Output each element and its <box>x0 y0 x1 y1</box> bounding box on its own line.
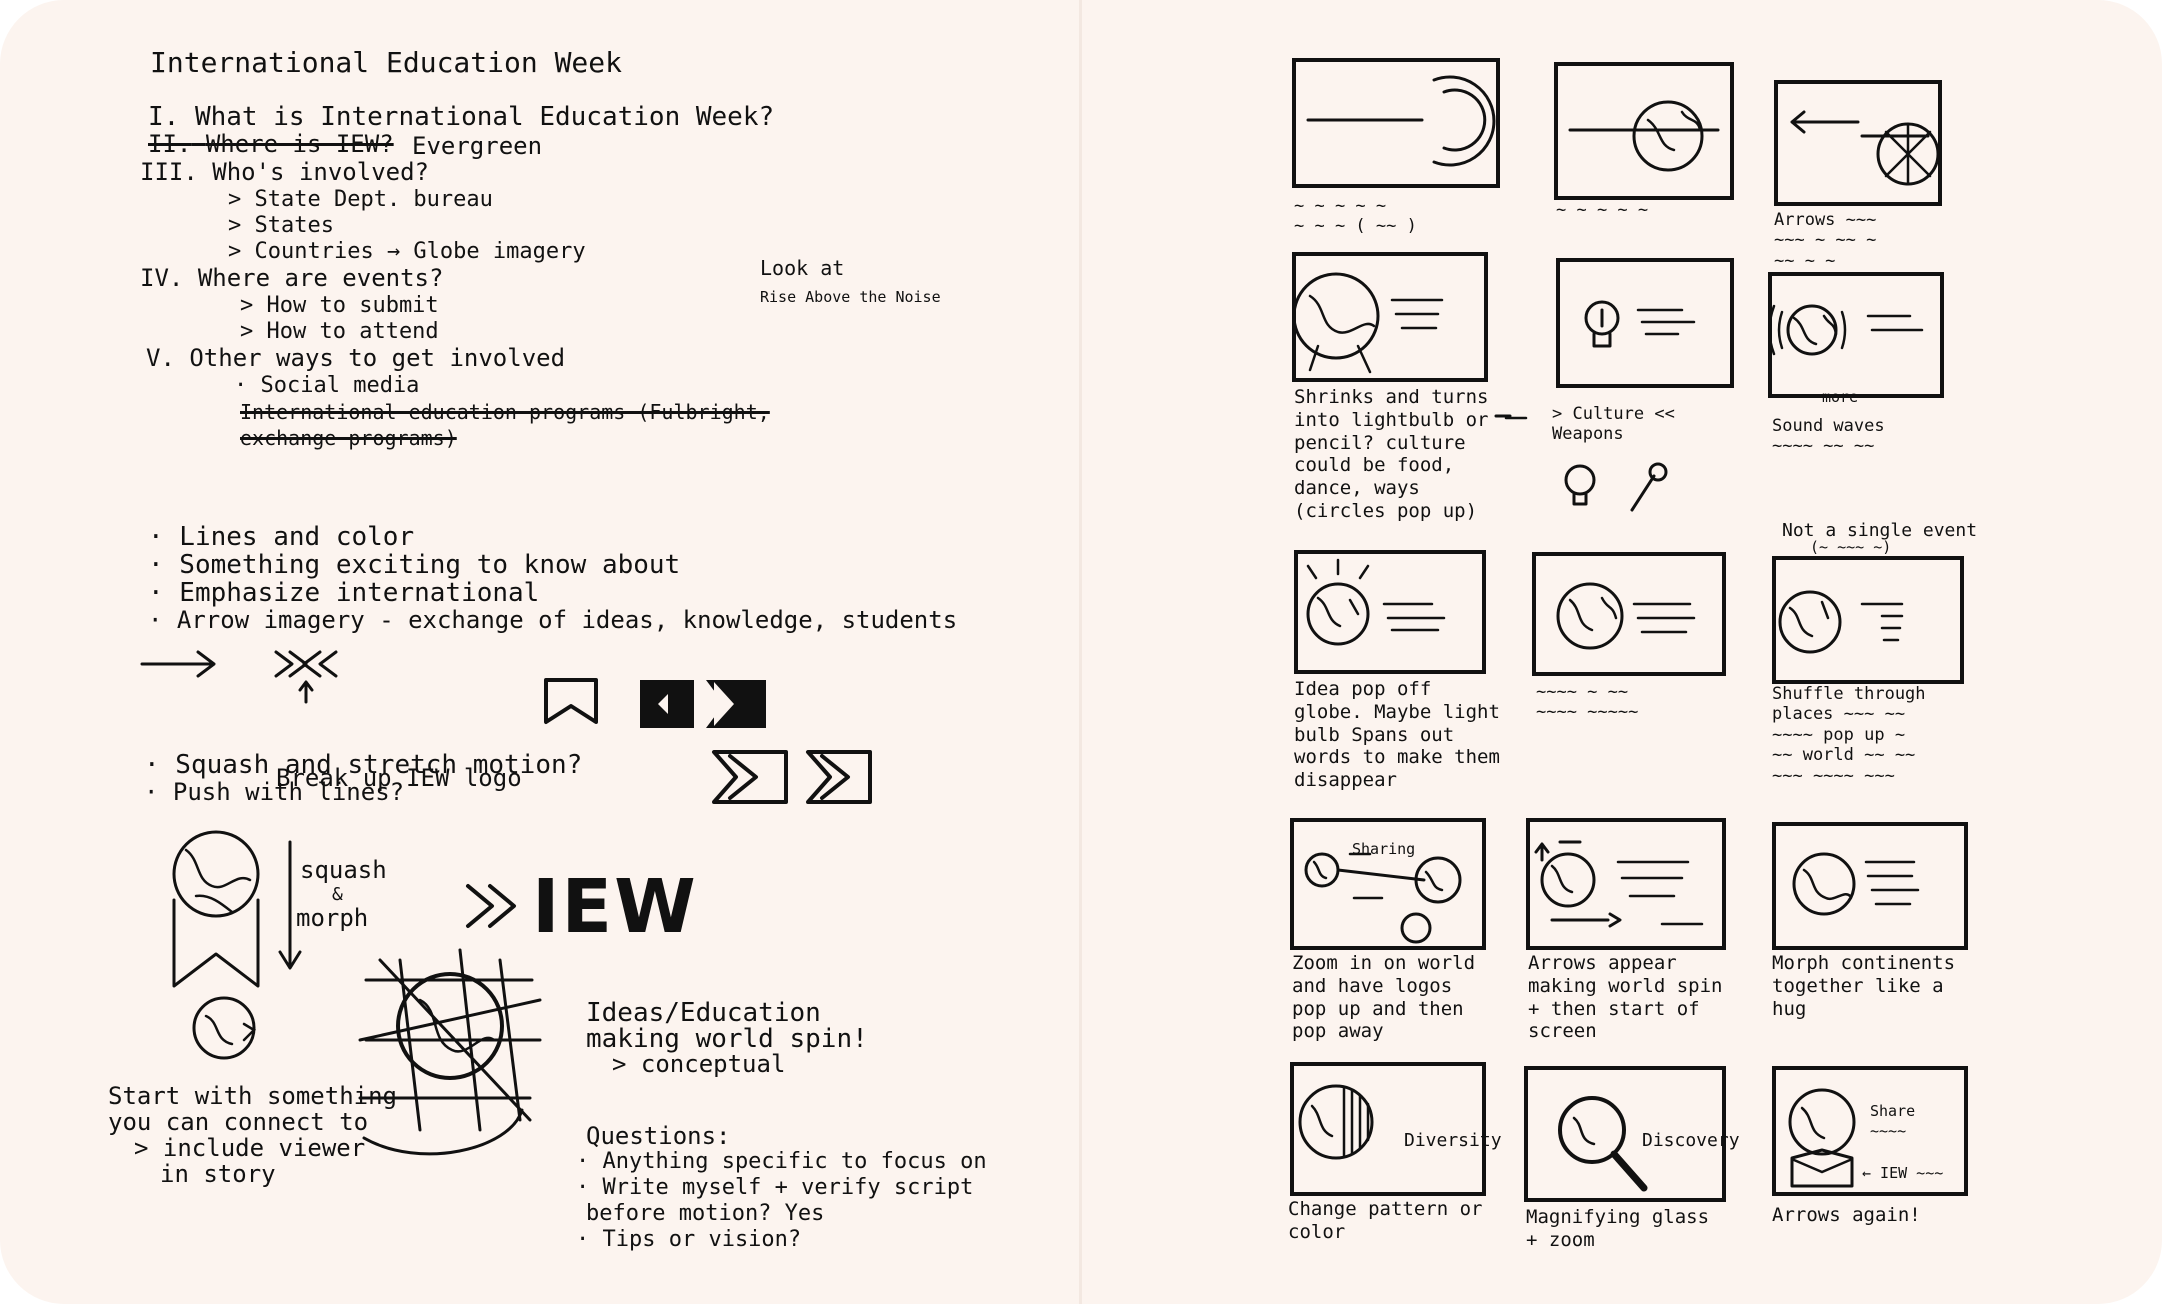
panel-14-caption: Magnifying glass + zoom <box>1526 1206 1710 1251</box>
panel-10-label: Sharing <box>1352 840 1416 858</box>
storyboard-page: Diversity Discovery Share ~~~~ ← IEW ~~~… <box>1082 0 2162 1304</box>
bookmark-logo-icon <box>544 678 598 724</box>
panel-13-caption: Change pattern or color <box>1288 1198 1483 1243</box>
motion-bullet: · Squash and stretch motion? <box>144 750 583 780</box>
squash-label: & <box>332 884 343 905</box>
grid-globe-sketch <box>358 948 542 1156</box>
panel-8-caption: ~~~~ ~ ~~ ~~~~ ~~~~~ <box>1536 682 1639 723</box>
motion-bullet: · Push with lines? <box>144 778 405 806</box>
panel-9-caption: Shuffle through places ~~~ ~~ ~~~~ pop u… <box>1772 684 1926 786</box>
panel-5-side-label: more <box>1822 388 1859 406</box>
panel-7-sketch <box>1306 558 1446 646</box>
globe-ribbon-sketch <box>172 830 260 1060</box>
squash-label: squash <box>300 856 387 884</box>
panel-15-caption: Arrows again! <box>1772 1204 1921 1226</box>
panel-12-sketch <box>1792 852 1920 916</box>
notes-page: International Education Week I. What is … <box>0 0 1080 1304</box>
panel-4-caption: Shrinks and turns into lightbulb or penc… <box>1294 386 1489 522</box>
question-line: · Anything specific to focus on <box>576 1149 987 1174</box>
panel-13-label: Diversity <box>1404 1130 1502 1151</box>
panel-3-caption: Arrows ~~~ ~~~ ~ ~~ ~ ~~ ~ ~ <box>1774 210 1877 271</box>
panel-3-sketch <box>1790 110 1940 186</box>
panel-7-caption: Idea pop off globe. Maybe light bulb Spa… <box>1294 678 1500 792</box>
panel-14-label: Discovery <box>1642 1130 1740 1151</box>
questions-title: Questions: <box>586 1122 731 1150</box>
panel-1-sketch <box>1306 75 1496 167</box>
not-single-event-sub: (~ ~~~ ~) <box>1810 538 1892 556</box>
panel-11-sketch <box>1534 840 1704 928</box>
squash-label: morph <box>296 904 369 932</box>
panel-4-sketch <box>1292 272 1444 374</box>
iew-logo-text: IEW <box>532 864 698 950</box>
panel-2-sketch <box>1568 100 1720 172</box>
chevron-iew-icon <box>466 884 516 928</box>
notebook-spread: International Education Week I. What is … <box>0 0 2162 1304</box>
panel-15-label: ← IEW ~~~ <box>1862 1164 1944 1182</box>
arrow-sketch <box>140 650 338 704</box>
panel-1-caption: ~ ~ ~ ~ ~ ~ ~ ~ ( ~~ ) <box>1294 196 1417 237</box>
start-note-line: in story <box>160 1160 276 1188</box>
question-line: · Write myself + verify script <box>576 1175 974 1200</box>
panel-15-label: Share <box>1870 1102 1916 1120</box>
question-line: before motion? Yes <box>586 1201 825 1226</box>
panel-8-sketch <box>1556 582 1696 650</box>
panel-6-sketch <box>1768 304 1924 356</box>
start-note-line: you can connect to <box>108 1108 369 1136</box>
question-line: · Tips or vision? <box>576 1227 802 1252</box>
storyboard-sketches <box>1292 75 1940 1192</box>
start-note-line: Start with something <box>108 1082 397 1110</box>
panel-15-sketch <box>1788 1088 1856 1188</box>
chevron-logo-icon <box>712 750 872 804</box>
panel-6-caption: Sound waves ~~~~ ~~ ~~ <box>1772 416 1885 457</box>
broken-logo-icon <box>640 680 766 728</box>
panel-5-caption: > Culture << Weapons <box>1552 404 1675 445</box>
panel-12-caption: Morph continents together like a hug <box>1772 952 1956 1020</box>
panel-10-caption: Zoom in on world and have logos pop up a… <box>1292 952 1476 1043</box>
panel-15-label: ~~~~ <box>1870 1122 1907 1140</box>
ideas-note-line: > conceptual <box>612 1050 786 1078</box>
panel-9-sketch <box>1778 590 1904 654</box>
panel-11-caption: Arrows appear making world spin + then s… <box>1528 952 1723 1043</box>
panel-13-sketch <box>1298 1084 1374 1160</box>
panel-2-caption: ~ ~ ~ ~ ~ <box>1556 200 1649 220</box>
panel-10-sketch <box>1304 852 1462 944</box>
start-note-line: > include viewer <box>134 1134 366 1162</box>
magnifying-glass-sketch <box>1558 1096 1648 1192</box>
panel-5-sketch <box>1584 300 1696 348</box>
